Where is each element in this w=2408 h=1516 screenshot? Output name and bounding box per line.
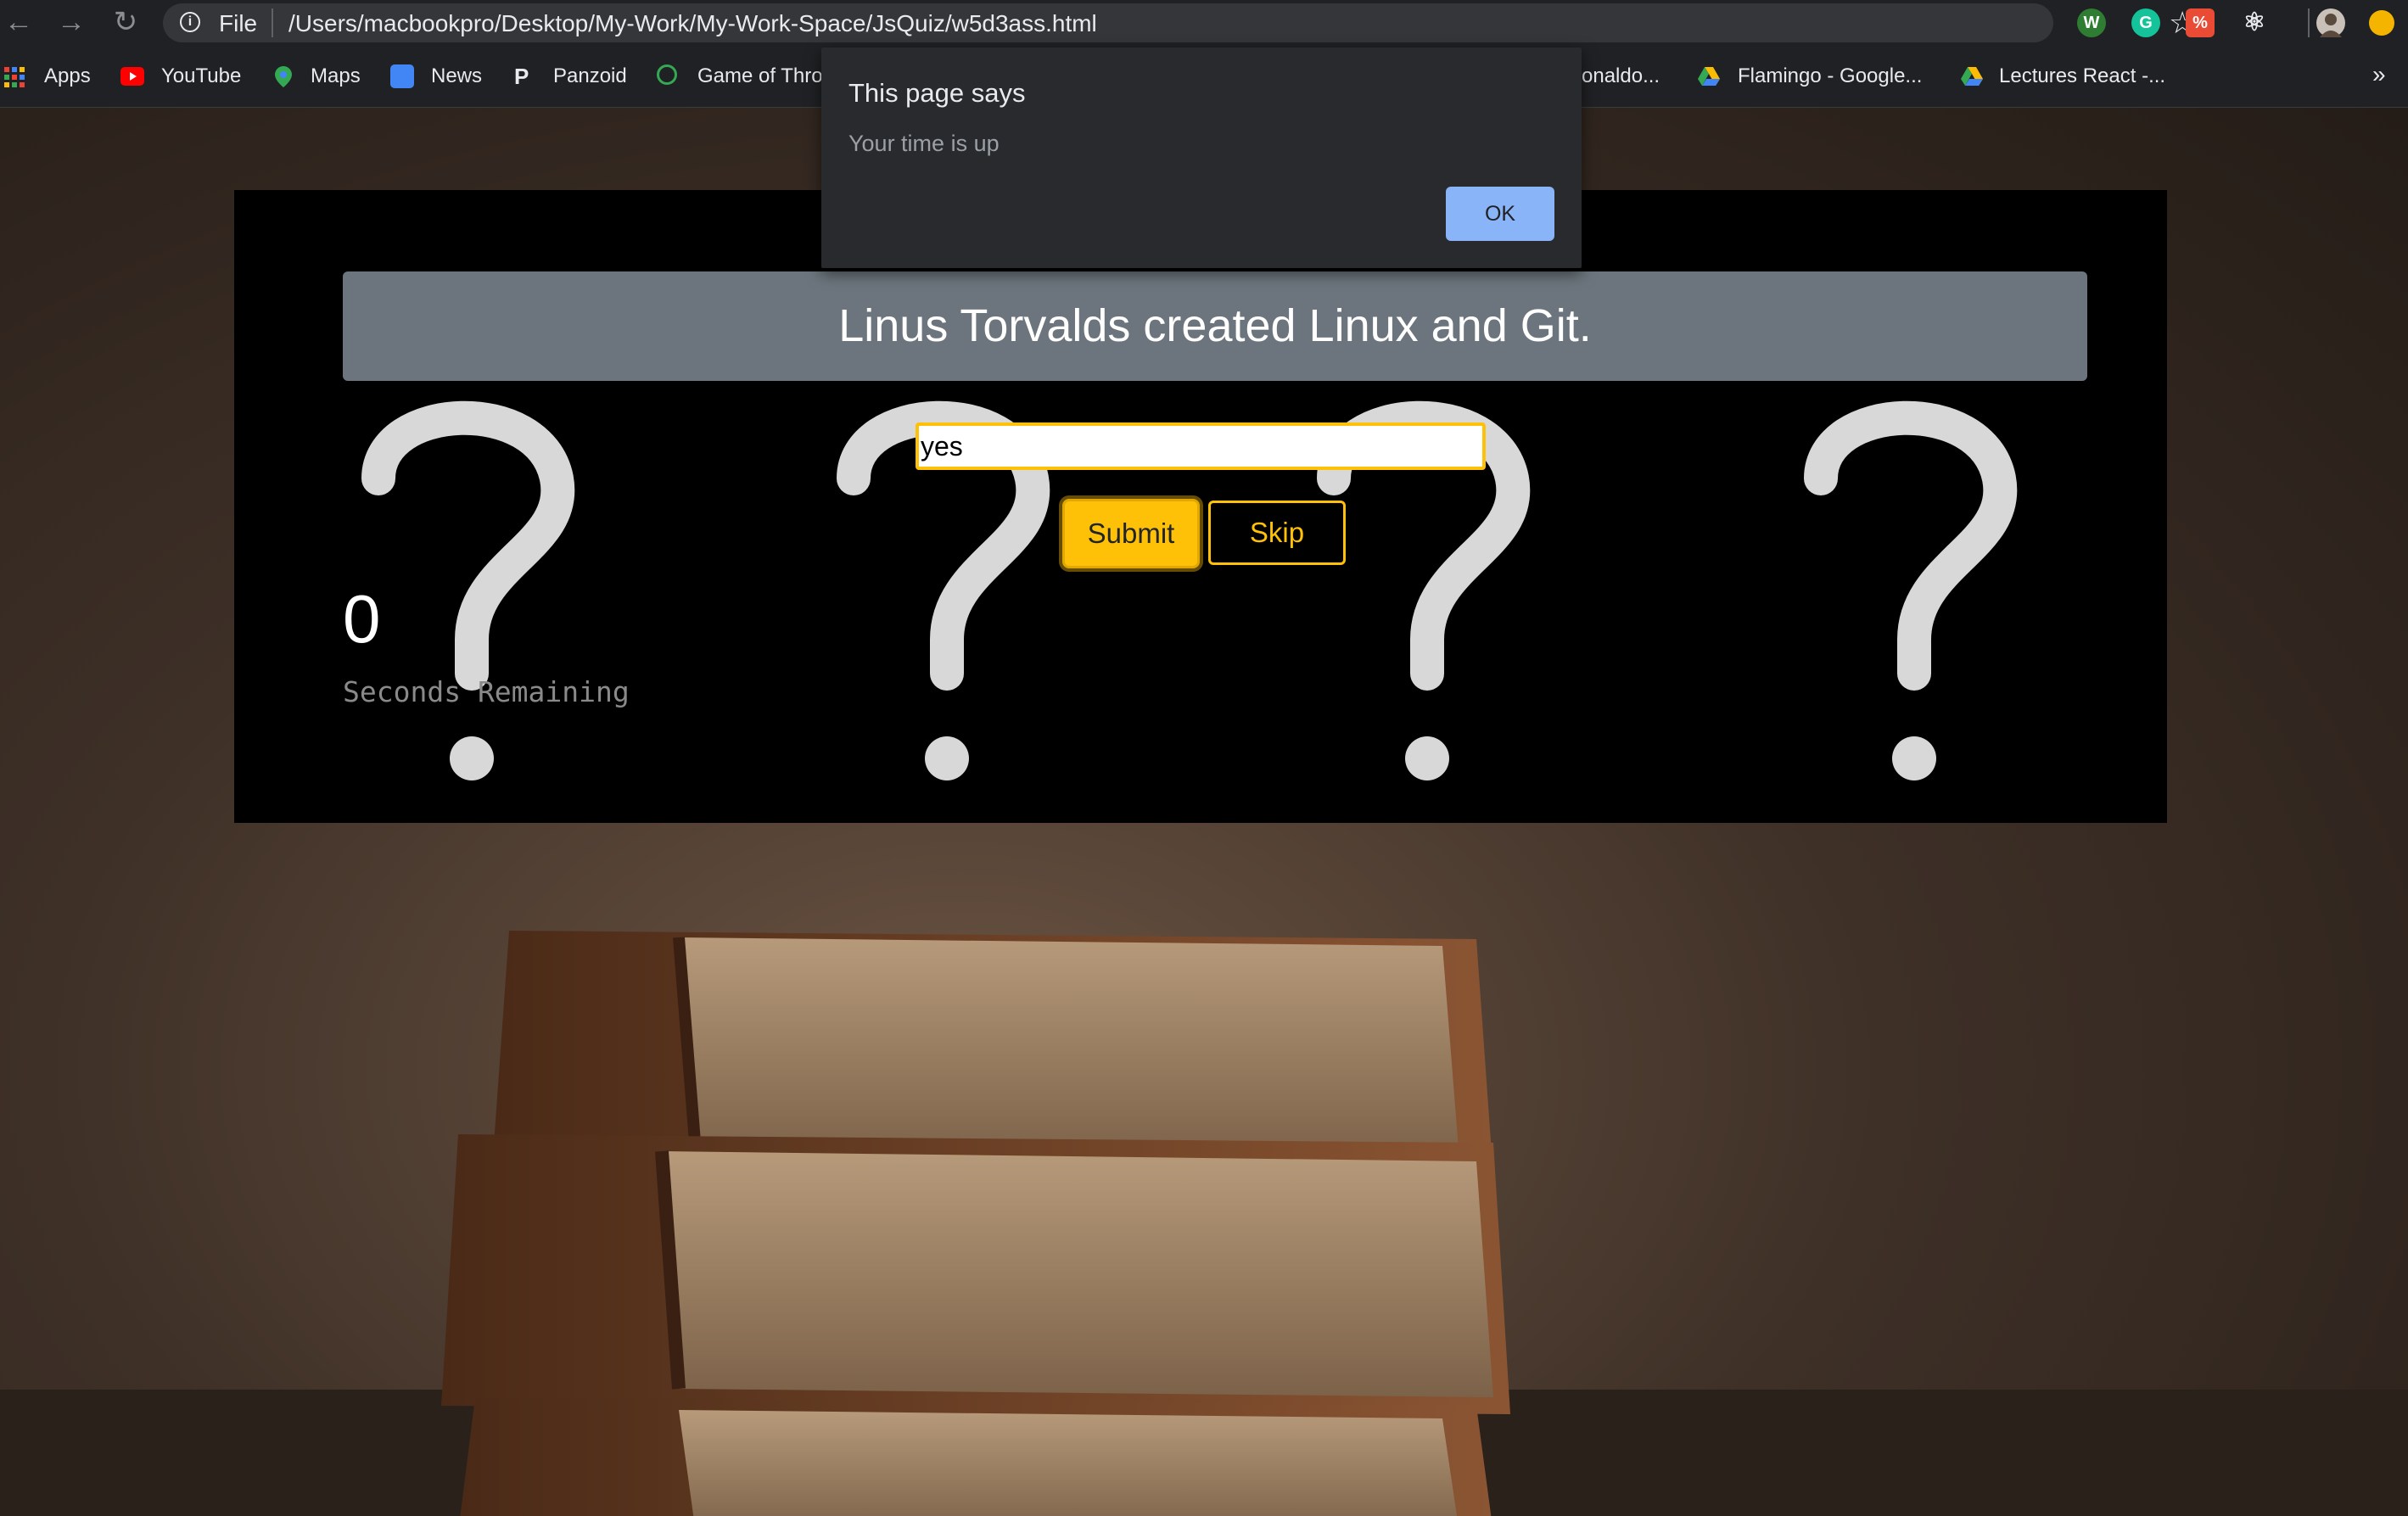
- dialog-message: Your time is up: [848, 131, 1000, 156]
- timer-value: 0: [343, 581, 381, 657]
- youtube-icon: [120, 67, 144, 86]
- extension-react-devtools-icon[interactable]: ⚛: [2240, 8, 2269, 37]
- back-arrow-icon[interactable]: ←: [2, 5, 36, 39]
- address-divider: [272, 8, 273, 37]
- bookmark-lectures-react[interactable]: Lectures React -...: [1999, 64, 2165, 88]
- ok-button[interactable]: OK: [1446, 187, 1554, 241]
- bookmark-ronaldo[interactable]: onaldo...: [1582, 64, 1660, 88]
- books-stack-image: [441, 931, 1510, 1516]
- answer-input[interactable]: [916, 422, 1486, 470]
- question-mark-decoration-1: [361, 400, 575, 780]
- url-scheme-label: File: [219, 10, 258, 36]
- skip-button[interactable]: Skip: [1208, 501, 1346, 565]
- extension-clockify-icon[interactable]: %: [2186, 8, 2215, 37]
- forward-arrow-icon[interactable]: →: [54, 5, 88, 39]
- dialog-title: This page says: [848, 78, 1026, 108]
- address-bar[interactable]: i File /Users/macbookpro/Desktop/My-Work…: [163, 3, 2196, 42]
- bookmark-panzoid[interactable]: Panzoid: [553, 64, 627, 88]
- bookmark-apps[interactable]: Apps: [44, 64, 91, 88]
- bookmark-game-of-thrones[interactable]: Game of Thro: [697, 64, 823, 88]
- alert-dialog: This page says Your time is up OK: [821, 48, 1582, 268]
- extension-grammarly-icon[interactable]: G: [2131, 8, 2160, 37]
- play-circle-icon: [657, 64, 677, 85]
- info-icon[interactable]: i: [180, 12, 200, 32]
- submit-button[interactable]: Submit: [1062, 499, 1200, 568]
- reload-icon[interactable]: ↻: [109, 5, 143, 39]
- question-mark-decoration-4: [1804, 400, 2018, 780]
- timer-label: Seconds Remaining: [343, 675, 630, 708]
- profile-avatar[interactable]: [2316, 8, 2345, 37]
- bookmark-news[interactable]: News: [431, 64, 482, 88]
- panzoid-icon: P: [514, 64, 529, 89]
- bookmark-youtube[interactable]: YouTube: [161, 64, 241, 88]
- google-drive-icon-2: [1960, 64, 1984, 88]
- bookmark-maps[interactable]: Maps: [311, 64, 361, 88]
- maps-pin-icon: [272, 64, 295, 88]
- toolbar-divider: [2308, 8, 2310, 37]
- menu-sun-icon[interactable]: [2369, 10, 2394, 36]
- question-text: Linus Torvalds created Linux and Git.: [838, 300, 1592, 351]
- bookmark-flamingo[interactable]: Flamingo - Google...: [1738, 64, 1922, 88]
- extension-wappalyzer-icon[interactable]: W: [2077, 8, 2106, 37]
- google-drive-icon: [1697, 64, 1721, 88]
- quiz-panel: Linus Torvalds created Linux and Git. Su…: [234, 190, 2167, 823]
- apps-grid-icon[interactable]: [3, 66, 25, 88]
- url-text[interactable]: /Users/macbookpro/Desktop/My-Work/My-Wor…: [288, 10, 1097, 37]
- question-bar: Linus Torvalds created Linux and Git.: [343, 271, 2087, 381]
- bookmarks-overflow-chevron-icon[interactable]: »: [2372, 61, 2386, 88]
- browser-toolbar: ← → ↻ i File /Users/macbookpro/Desktop/M…: [0, 0, 2408, 46]
- news-icon: [390, 64, 414, 88]
